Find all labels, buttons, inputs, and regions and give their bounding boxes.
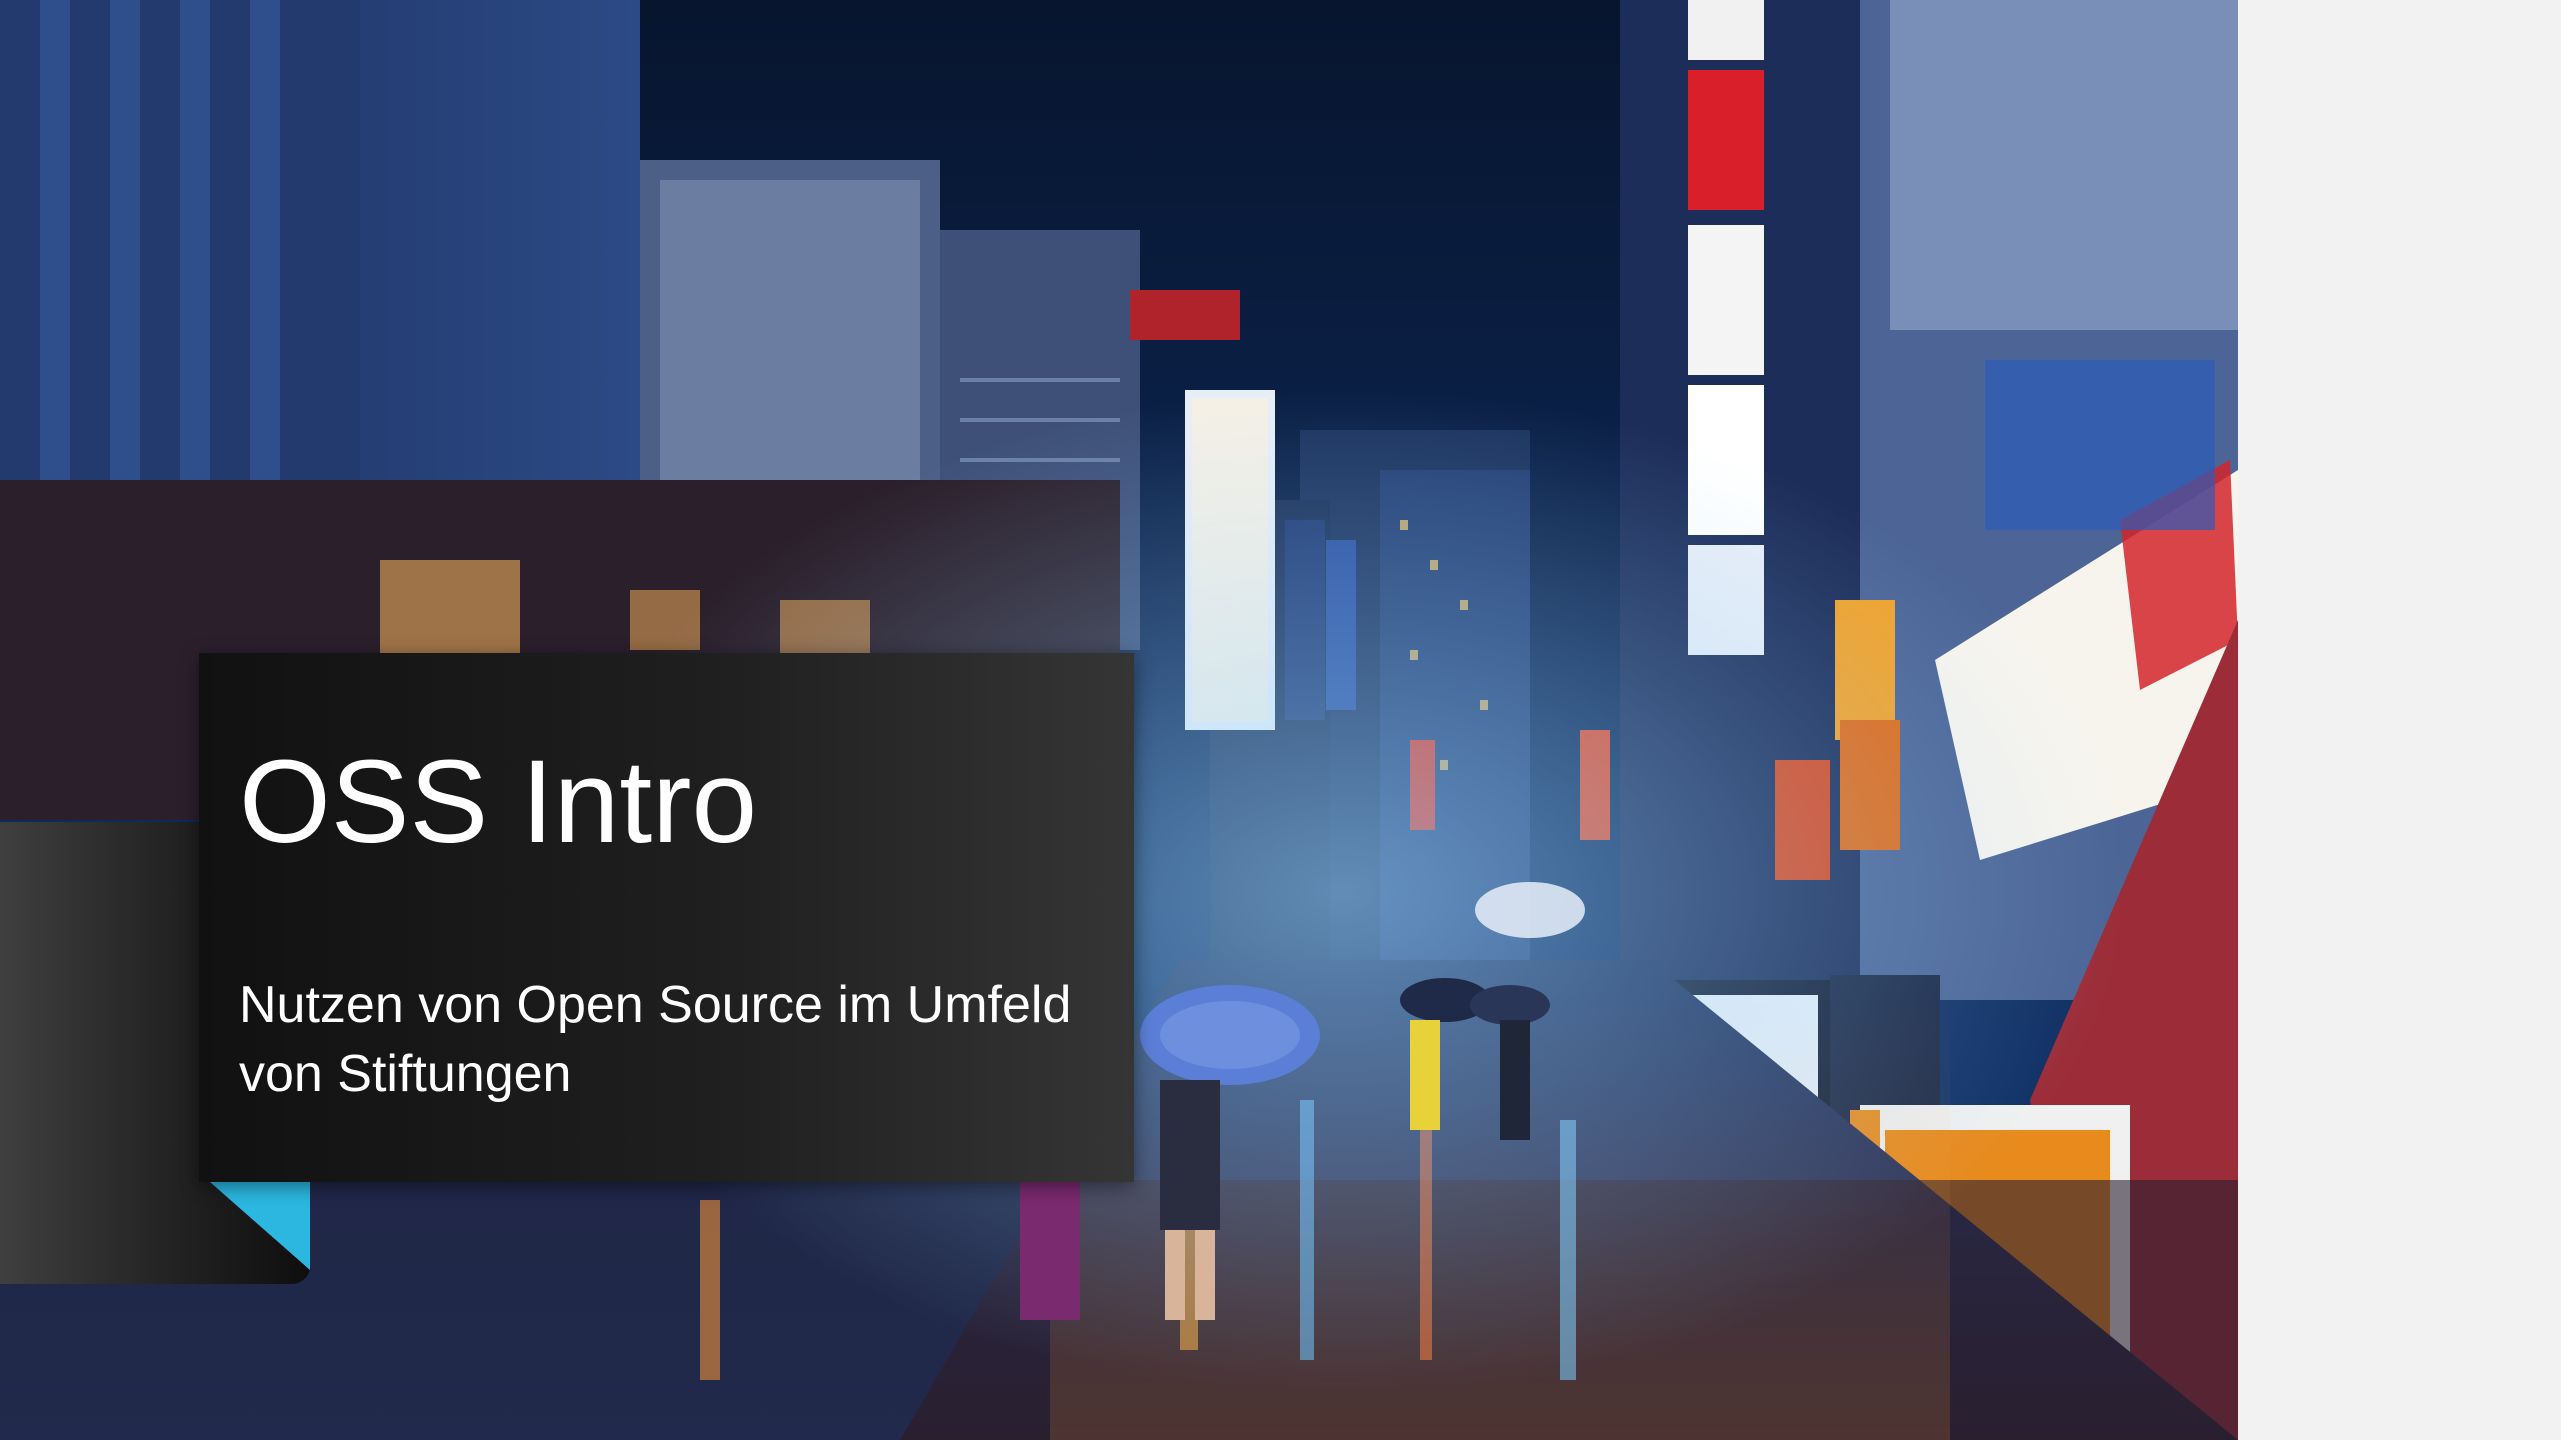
slide-subtitle[interactable]: Nutzen von Open Source im Umfeld von Sti… bbox=[239, 971, 1099, 1108]
triangle-accent-icon bbox=[210, 1182, 310, 1270]
presentation-viewer: OSS Intro Nutzen von Open Source im Umfe… bbox=[0, 0, 2561, 1440]
slide-title[interactable]: OSS Intro bbox=[239, 737, 757, 868]
title-slide[interactable]: OSS Intro Nutzen von Open Source im Umfe… bbox=[0, 0, 2238, 1440]
title-box[interactable]: OSS Intro Nutzen von Open Source im Umfe… bbox=[199, 653, 1134, 1182]
